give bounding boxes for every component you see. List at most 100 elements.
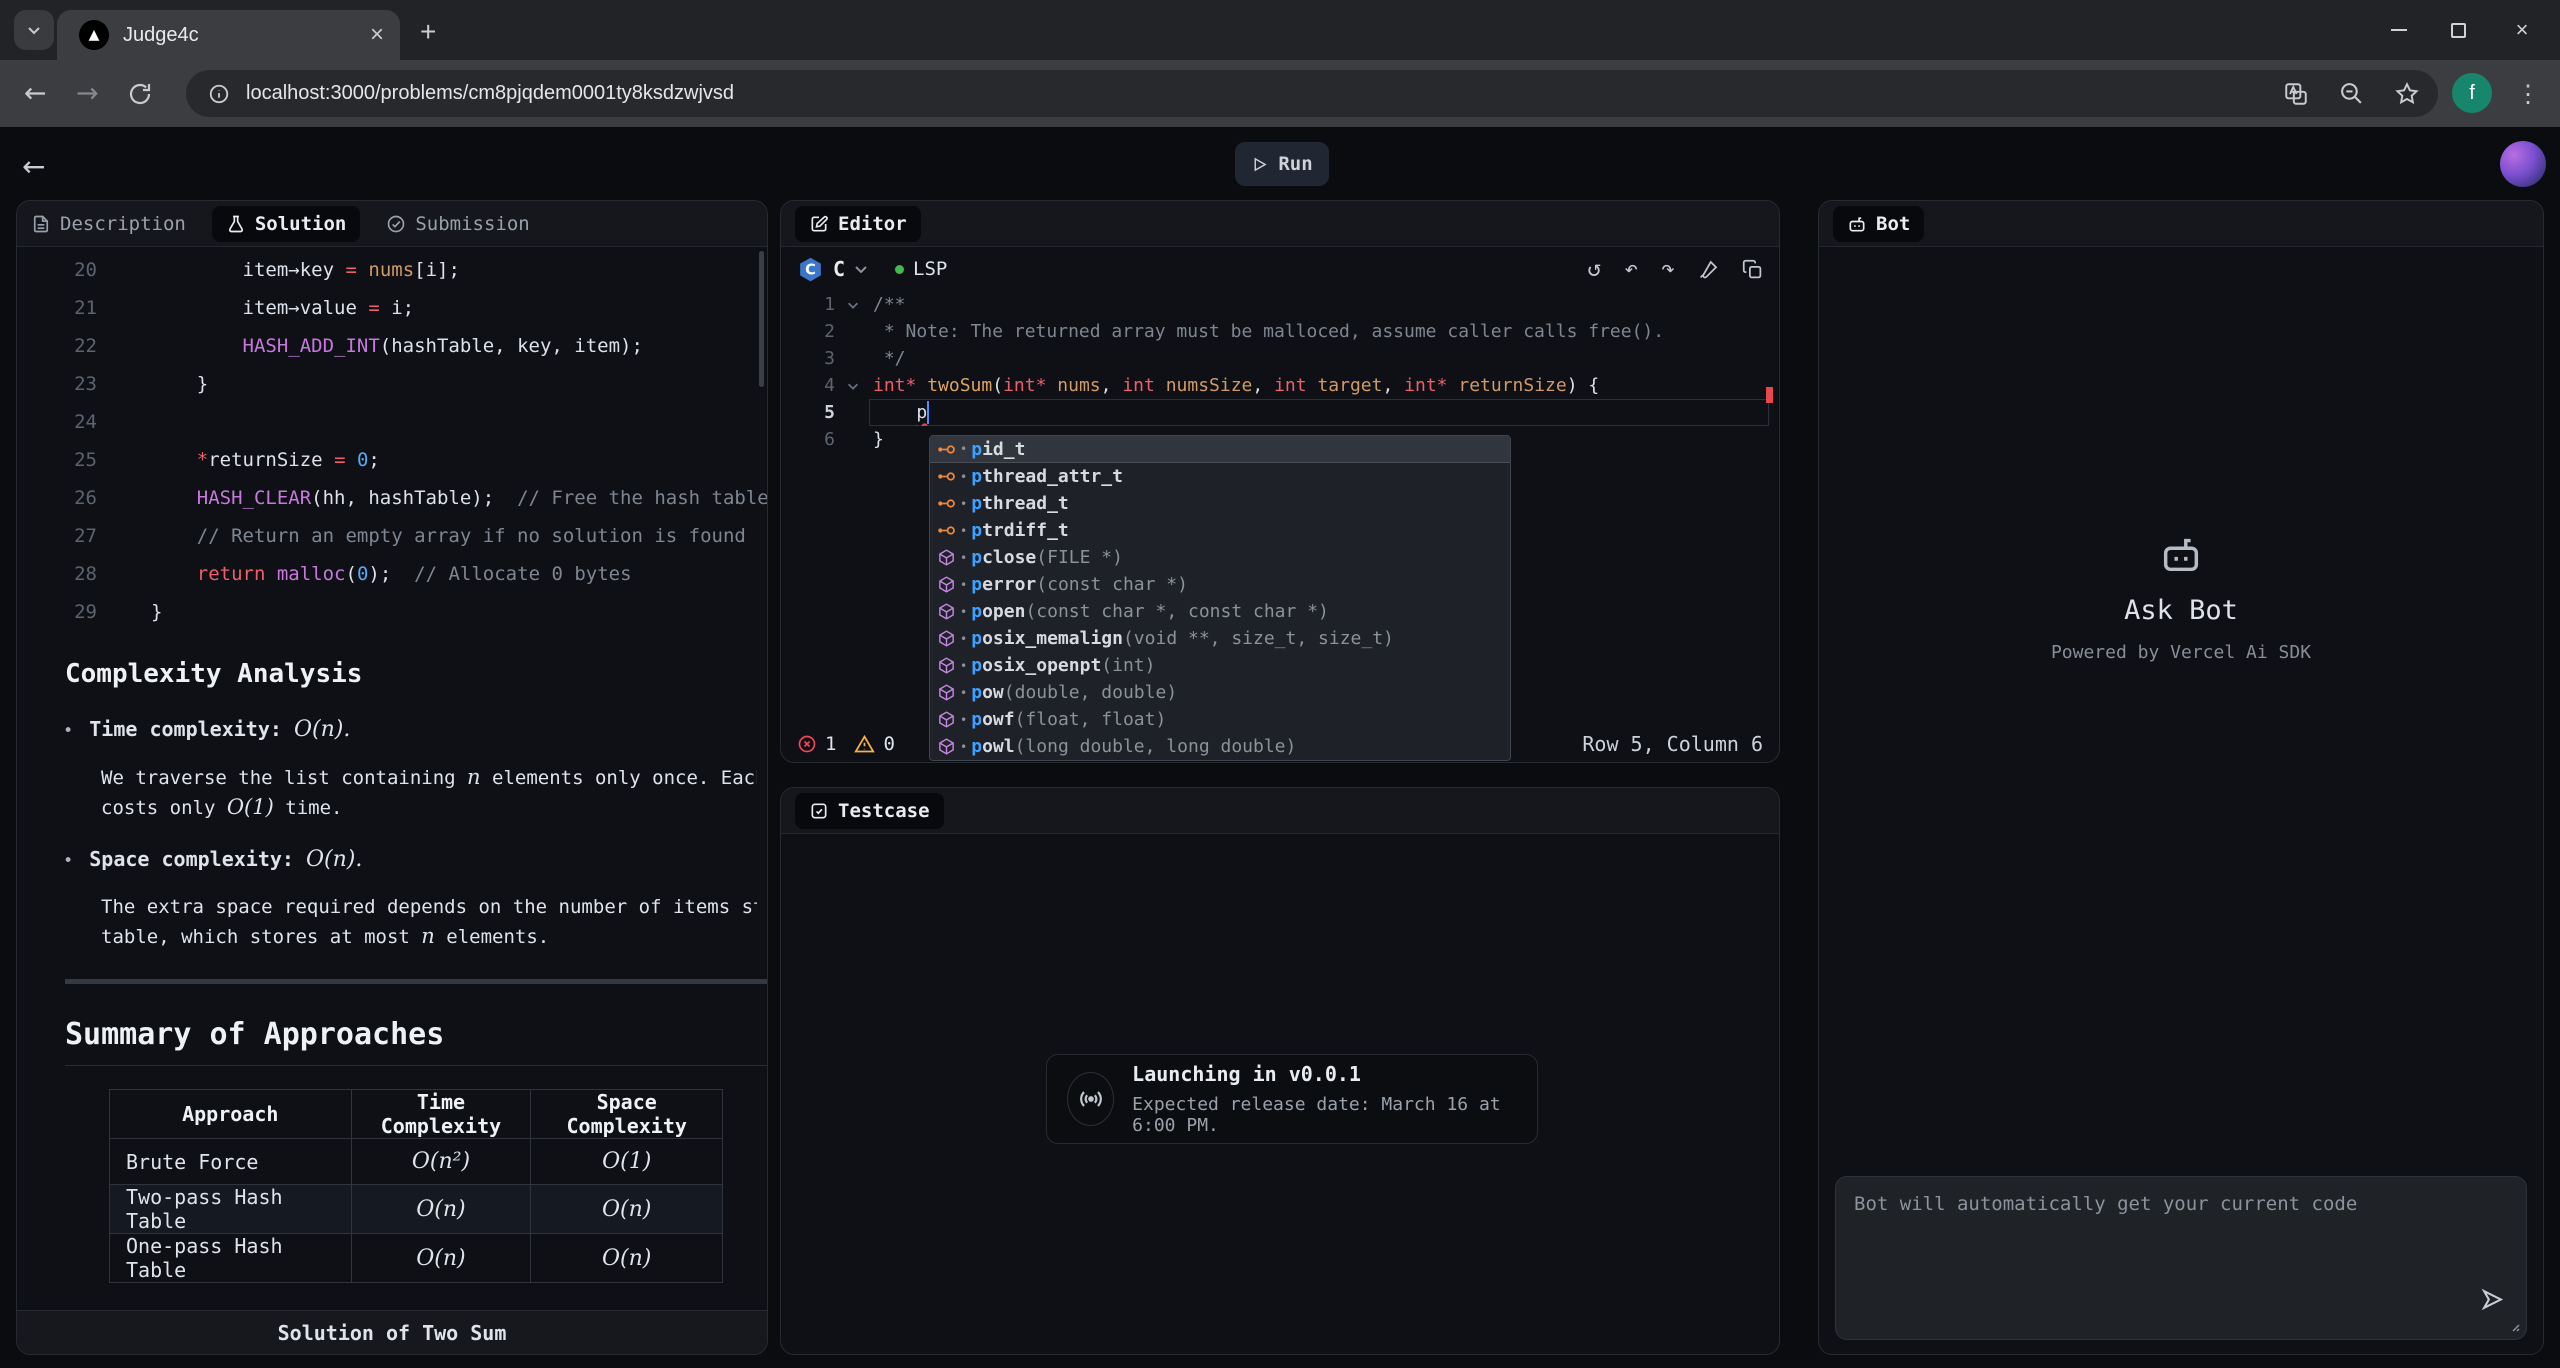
language-selector[interactable]: C: [833, 257, 845, 281]
svg-text:C: C: [805, 261, 816, 278]
powered-by-text: Powered by Vercel Ai SDK: [2051, 642, 2311, 663]
left-panel-scrollbar[interactable]: [759, 251, 764, 387]
space-complexity-paragraph: The extra space required depends on the …: [101, 893, 757, 952]
suggest-item[interactable]: •powl(long double, long double): [930, 733, 1510, 760]
suggest-item[interactable]: •pid_t: [930, 436, 1510, 463]
suggest-item[interactable]: •powf(float, float): [930, 706, 1510, 733]
suggest-item[interactable]: •posix_memalign(void **, size_t, size_t): [930, 625, 1510, 652]
code-line: 26 HASH_CLEAR(hh, hashTable); // Free th…: [17, 479, 767, 517]
editor-code-line[interactable]: 3 */: [781, 345, 1779, 372]
suggest-item[interactable]: •pclose(FILE *): [930, 544, 1510, 571]
suggest-item[interactable]: •pow(double, double): [930, 679, 1510, 706]
cursor-position: Row 5, Column 6: [1582, 732, 1763, 756]
tab-bot[interactable]: Bot: [1833, 206, 1924, 242]
code-line: 29}: [17, 593, 767, 631]
window-minimize-button[interactable]: [2391, 29, 2407, 31]
url-text: localhost:3000/problems/cm8pjqdem0001ty8…: [246, 82, 734, 105]
table-row: Brute ForceO(n²)O(1): [110, 1139, 723, 1185]
code-line: 27 // Return an empty array if no soluti…: [17, 517, 767, 555]
suggest-item[interactable]: •pthread_t: [930, 490, 1510, 517]
solution-footer: Solution of Two Sum: [17, 1310, 767, 1354]
testcase-panel-header: Testcase: [781, 788, 1779, 834]
launch-toast: Launching in v0.0.1 Expected release dat…: [1046, 1054, 1538, 1144]
window-maximize-button[interactable]: [2451, 23, 2466, 38]
table-header: Approach: [110, 1090, 352, 1139]
tab-description[interactable]: Description: [31, 213, 186, 235]
app-back-button[interactable]: ←: [22, 150, 45, 183]
resize-handle-icon[interactable]: [2508, 1320, 2520, 1332]
fold-chevron-icon[interactable]: [841, 291, 865, 318]
testcase-panel: Testcase Launching in v0.0.1 Expected re…: [780, 787, 1780, 1355]
browser-reload-button[interactable]: [128, 60, 152, 127]
translate-icon[interactable]: [2283, 81, 2309, 107]
suggest-item[interactable]: •pthread_attr_t: [930, 463, 1510, 490]
tab-description-label: Description: [60, 213, 186, 235]
site-info-icon[interactable]: [208, 83, 230, 105]
broadcast-icon: [1067, 1072, 1114, 1126]
new-tab-button[interactable]: +: [420, 16, 436, 48]
browser-tab[interactable]: ▲ Judge4c ×: [57, 10, 400, 60]
tab-title: Judge4c: [123, 24, 370, 47]
browser-forward-button[interactable]: →: [76, 60, 99, 127]
warning-count: 0: [883, 733, 894, 755]
browser-menu-icon[interactable]: ⋮: [2516, 60, 2540, 127]
editor-code-line[interactable]: 1/**: [781, 291, 1779, 318]
section-divider: [65, 979, 767, 984]
suggest-bullet: •: [960, 740, 967, 754]
bot-panel: Bot Ask Bot Powered by Vercel Ai SDK: [1818, 200, 2544, 1355]
fold-chevron-icon[interactable]: [841, 372, 865, 399]
user-avatar[interactable]: [2500, 141, 2546, 187]
suggest-bullet: •: [960, 442, 967, 456]
problem-panel-tabs: Description Solution Submission: [17, 201, 767, 247]
editor-code-line[interactable]: 5 p: [781, 399, 1779, 426]
browser-tabstrip: ▲ Judge4c × + ×: [0, 0, 2560, 60]
time-complexity-paragraph: We traverse the list containing n elemen…: [101, 763, 757, 823]
suggest-bullet: •: [960, 551, 967, 565]
summary-heading: Summary of Approaches: [65, 1017, 444, 1052]
solution-code-block: 20 item→key = nums[i];21 item→value = i;…: [17, 251, 767, 631]
suggest-bullet: •: [960, 632, 967, 646]
check-circle-icon: [386, 214, 406, 234]
tab-search-chevron-button[interactable]: [14, 10, 54, 50]
editor-panel: Editor C C LSP ↺ ↶ ↷ 1/**2 * Note: The r…: [780, 200, 1780, 763]
window-close-button[interactable]: ×: [2510, 17, 2534, 43]
send-icon[interactable]: [2480, 1287, 2505, 1312]
toast-title: Launching in v0.0.1: [1132, 1062, 1537, 1086]
tab-bot-label: Bot: [1876, 213, 1910, 235]
play-icon: [1251, 156, 1268, 173]
bot-large-icon: [2158, 531, 2204, 577]
run-button[interactable]: Run: [1235, 142, 1329, 186]
suggest-bullet: •: [960, 659, 967, 673]
approaches-table: ApproachTime ComplexitySpace ComplexityB…: [109, 1089, 723, 1283]
tab-testcase[interactable]: Testcase: [795, 793, 944, 829]
redo-icon[interactable]: ↷: [1661, 256, 1675, 282]
browser-profile-avatar[interactable]: f: [2452, 73, 2492, 113]
tab-close-icon[interactable]: ×: [370, 21, 384, 49]
zoom-minus-icon[interactable]: [2339, 81, 2364, 106]
format-brush-icon[interactable]: [1698, 259, 1719, 280]
tab-solution[interactable]: Solution: [212, 206, 361, 242]
address-bar[interactable]: localhost:3000/problems/cm8pjqdem0001ty8…: [186, 70, 2438, 117]
editor-code-line[interactable]: 4int* twoSum(int* nums, int numsSize, in…: [781, 372, 1779, 399]
tab-editor[interactable]: Editor: [795, 206, 921, 242]
tab-submission[interactable]: Submission: [386, 213, 529, 235]
reset-code-icon[interactable]: ↺: [1587, 256, 1601, 282]
bookmark-star-icon[interactable]: [2394, 81, 2420, 107]
browser-back-button[interactable]: ←: [24, 60, 47, 127]
undo-icon[interactable]: ↶: [1624, 256, 1638, 282]
copy-icon[interactable]: [1742, 259, 1763, 280]
code-line: 28 return malloc(0); // Allocate 0 bytes: [17, 555, 767, 593]
suggest-bullet: •: [960, 470, 967, 484]
tab-testcase-label: Testcase: [838, 800, 930, 822]
bot-message-input[interactable]: [1835, 1176, 2527, 1340]
suggest-bullet: •: [960, 524, 967, 538]
chevron-down-icon[interactable]: [853, 261, 869, 277]
time-complexity-bullet: •Time complexity: O(n).: [63, 717, 751, 742]
suggest-item[interactable]: •perror(const char *): [930, 571, 1510, 598]
editor-code-line[interactable]: 2 * Note: The returned array must be mal…: [781, 318, 1779, 345]
suggest-item[interactable]: •posix_openpt(int): [930, 652, 1510, 679]
suggest-item[interactable]: •ptrdiff_t: [930, 517, 1510, 544]
suggest-item[interactable]: •popen(const char *, const char *): [930, 598, 1510, 625]
editor-toolbar: C C LSP ↺ ↶ ↷: [781, 247, 1779, 291]
window-controls: ×: [2391, 0, 2560, 60]
